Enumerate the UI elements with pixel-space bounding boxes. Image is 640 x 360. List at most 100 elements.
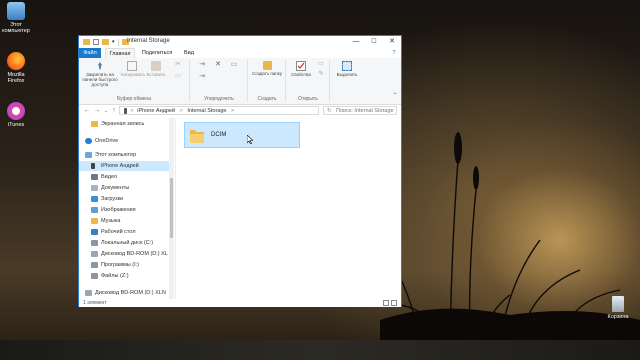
phone-icon: [91, 163, 95, 169]
breadcrumb-iphone[interactable]: iPhone Андрей: [137, 108, 175, 114]
close-button[interactable]: ✕: [383, 36, 401, 48]
desktop-icon-label: iTunes: [7, 122, 25, 128]
refresh-icon[interactable]: ↻: [327, 108, 332, 114]
desktop-icon-label: Этот компьютер: [2, 22, 30, 34]
ribbon-group-organize: ⇥ ✕ ▭ ⇥ Упорядочить: [191, 60, 248, 102]
tab-view[interactable]: Вид: [179, 48, 199, 58]
forward-button[interactable]: →: [93, 107, 101, 115]
music-icon: [91, 218, 98, 224]
download-icon: [91, 196, 98, 202]
recent-locations-icon[interactable]: ⌄: [102, 107, 110, 115]
desktop-icon-label: Mozilla Firefox: [7, 72, 25, 84]
computer-icon: [7, 2, 25, 20]
ribbon-group-open: Свойства ▭ ✎ Открыть: [287, 60, 330, 102]
nav-item-label: iPhone Андрей: [101, 163, 139, 169]
tab-share[interactable]: Поделиться: [139, 48, 175, 58]
nav-item-music[interactable]: Музыка: [79, 216, 169, 226]
desktop-icon-itunes[interactable]: iTunes: [1, 102, 31, 128]
breadcrumb-internal-storage[interactable]: Internal Storage: [187, 108, 226, 114]
new-folder-quick-icon[interactable]: [102, 39, 109, 45]
nav-item-desktop[interactable]: Рабочий стол: [79, 227, 169, 237]
new-folder-label: Создать папку: [252, 71, 282, 76]
chevron-down-icon[interactable]: ▾: [112, 39, 115, 45]
pin-quick-access-button[interactable]: Закрепить на панели быстрого доступа: [81, 61, 119, 87]
nav-item-label: Музыка: [101, 218, 121, 224]
wallpaper-grass: [380, 132, 640, 340]
desktop-icon: [91, 229, 98, 235]
nav-item-screen-recording[interactable]: Экранная запись: [79, 119, 169, 129]
nav-item-label: Видео: [101, 174, 118, 180]
tab-home[interactable]: Главная: [105, 48, 135, 58]
nav-item-this-pc[interactable]: Этот компьютер: [79, 150, 169, 160]
cut-icon[interactable]: ✂: [171, 61, 185, 68]
delete-icon[interactable]: ✕: [211, 61, 225, 68]
nav-item-videos[interactable]: Видео: [79, 172, 169, 182]
maximize-button[interactable]: ☐: [365, 36, 383, 48]
new-folder-button[interactable]: Создать папку: [251, 61, 283, 76]
nav-item-documents[interactable]: Документы: [79, 183, 169, 193]
ribbon-group-label: Создать: [257, 96, 277, 102]
desktop-icon-recycle-bin[interactable]: Корзина: [603, 296, 633, 320]
folder-item-dcim[interactable]: DCIM: [184, 122, 300, 148]
back-button[interactable]: ←: [83, 107, 91, 115]
nav-item-files-z[interactable]: Файлы (Z:): [79, 271, 169, 281]
copy-button[interactable]: Копировать: [121, 61, 145, 77]
paste-button[interactable]: Вставить: [145, 61, 167, 77]
nav-item-iphone[interactable]: iPhone Андрей: [79, 161, 169, 171]
search-input[interactable]: ↻ Поиск: Internal Storage: [323, 106, 397, 115]
details-view-icon[interactable]: [383, 300, 389, 306]
desktop-icon-this-pc[interactable]: Этот компьютер: [1, 2, 31, 34]
window-title: Internal Storage: [127, 38, 170, 44]
properties-button[interactable]: Свойства: [289, 61, 313, 77]
tab-file[interactable]: Файл: [79, 48, 101, 58]
chevron-up-icon[interactable]: ⌃: [391, 93, 399, 99]
itunes-icon: [7, 102, 25, 120]
nav-item-onedrive[interactable]: OneDrive: [79, 136, 169, 146]
nav-item-bd-rom-d[interactable]: Дисковод BD-ROM (D:) XL: [79, 249, 169, 259]
edit-icon[interactable]: ✎: [315, 71, 327, 77]
select-button[interactable]: Выделить: [333, 61, 361, 77]
new-folder-icon: [262, 61, 272, 70]
large-icons-view-icon[interactable]: [391, 300, 397, 306]
nav-scrollbar[interactable]: [169, 118, 174, 300]
paste-label: Вставить: [146, 72, 166, 77]
nav-item-label: Рабочий стол: [101, 229, 136, 235]
nav-item-local-disk-c[interactable]: Локальный диск (C:): [79, 238, 169, 248]
pin-icon: [95, 61, 105, 71]
move-to-icon[interactable]: ⇥: [195, 61, 209, 68]
ribbon-group-clipboard: Закрепить на панели быстрого доступа Коп…: [79, 60, 190, 102]
nav-item-label: Экранная запись: [101, 121, 145, 127]
select-label: Выделить: [336, 72, 358, 77]
scrollbar-thumb[interactable]: [170, 178, 173, 238]
copy-to-icon[interactable]: ⇥: [195, 73, 209, 80]
view-switcher: [383, 300, 397, 306]
nav-item-downloads[interactable]: Загрузки: [79, 194, 169, 204]
help-icon[interactable]: ?: [389, 48, 399, 58]
recycle-bin-icon: [612, 296, 624, 312]
title-bar: ▾ Internal Storage — ☐ ✕: [79, 36, 401, 48]
address-bar[interactable]: > iPhone Андрей > Internal Storage >: [119, 106, 319, 115]
status-bar: 1 элемент: [79, 299, 401, 307]
rename-icon[interactable]: ▭: [227, 61, 241, 68]
nav-item-pictures[interactable]: Изображения: [79, 205, 169, 215]
open-icon[interactable]: ▭: [315, 61, 327, 67]
ribbon: Закрепить на панели быстрого доступа Коп…: [79, 58, 401, 105]
optical-drive-icon: [85, 290, 92, 296]
taskbar: [0, 340, 640, 360]
minimize-button[interactable]: —: [347, 36, 365, 48]
documents-icon: [91, 185, 98, 191]
up-button[interactable]: ↑: [110, 107, 118, 115]
ribbon-group-select: Выделить: [331, 60, 363, 102]
copy-path-icon[interactable]: ▭: [171, 73, 185, 79]
nav-item-label: Локальный диск (C:): [101, 240, 154, 246]
desktop-icon-firefox[interactable]: Mozilla Firefox: [1, 52, 31, 84]
properties-icon: [296, 61, 306, 71]
properties-quick-icon[interactable]: [93, 39, 99, 45]
properties-label: Свойства: [291, 72, 311, 77]
nav-item-bd-rom-d-xln[interactable]: Дисковод BD-ROM (D:) XLN: [79, 288, 169, 298]
nav-item-programs-i[interactable]: Программы (I:): [79, 260, 169, 270]
breadcrumb-separator: >: [179, 108, 183, 114]
nav-item-label: Изображения: [101, 207, 136, 213]
nav-item-label: Дисковод BD-ROM (D:) XL: [101, 251, 168, 257]
drive-icon: [91, 262, 98, 268]
